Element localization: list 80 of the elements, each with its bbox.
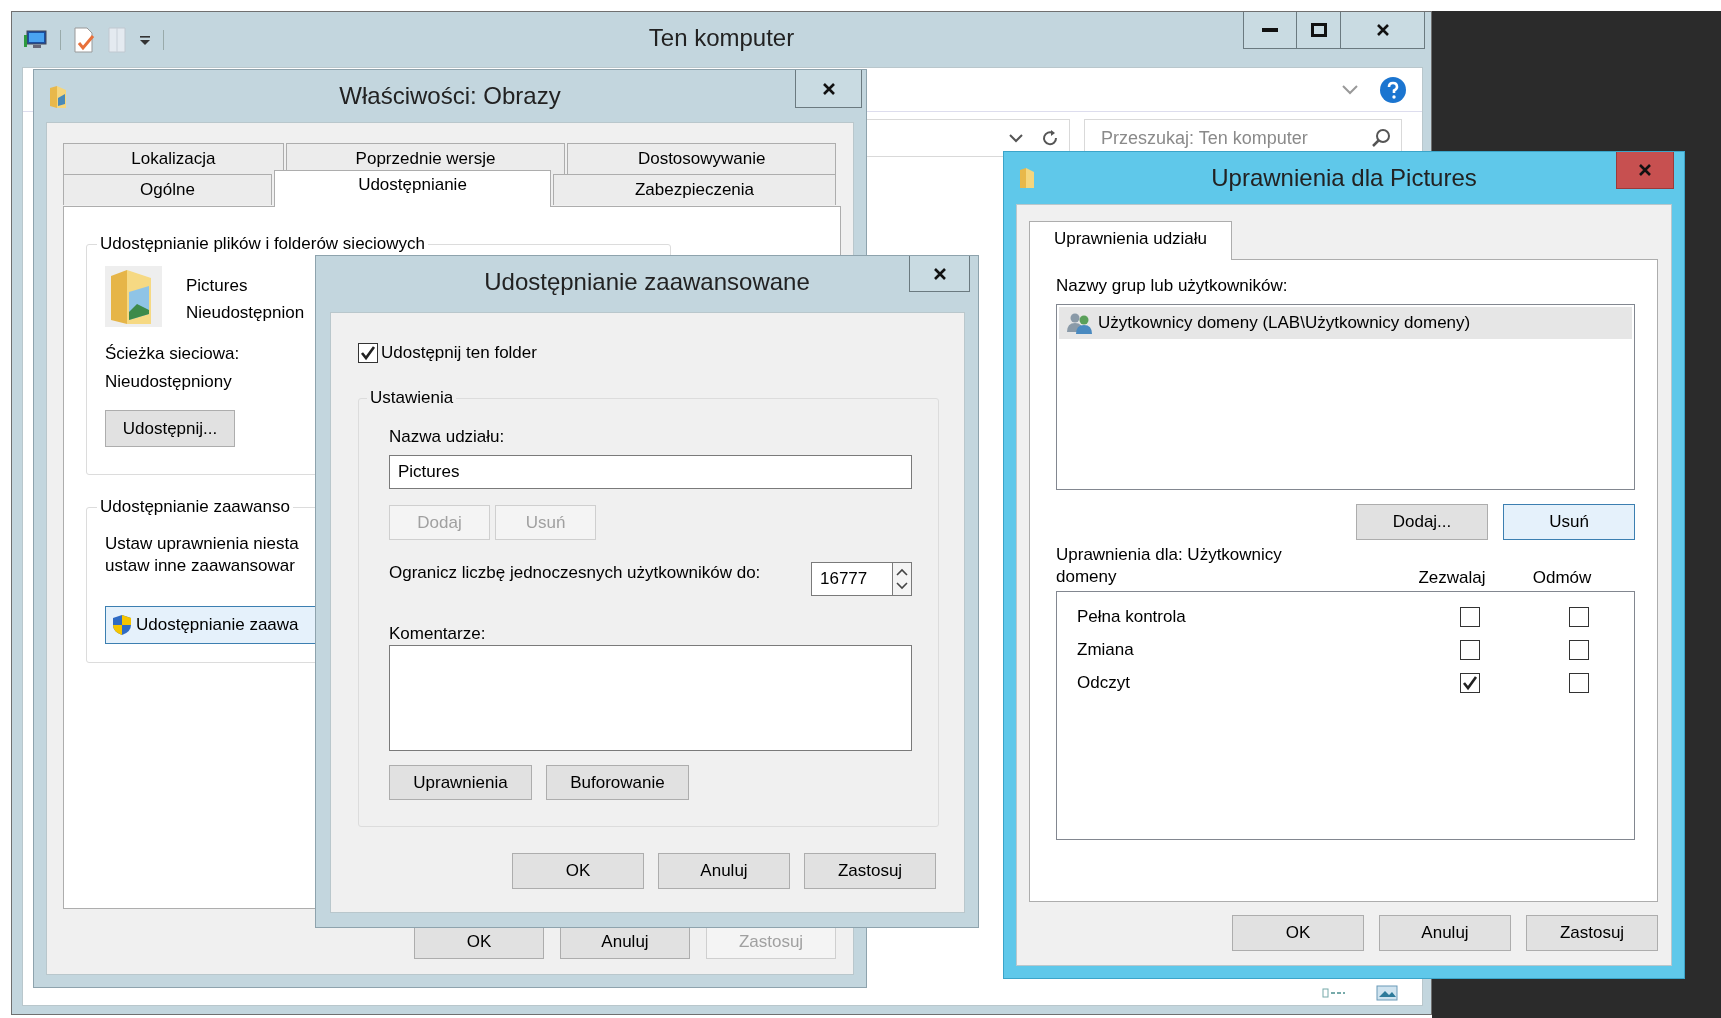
tab[interactable]: Ogólne bbox=[63, 174, 272, 205]
path-value: Nieudostępniony bbox=[105, 372, 232, 392]
window-title: Ten komputer bbox=[648, 23, 795, 53]
tab[interactable]: Dostosowywanie bbox=[567, 143, 836, 174]
computer-icon[interactable] bbox=[24, 28, 48, 51]
users-icon bbox=[1067, 312, 1093, 334]
column-header: Odmów bbox=[1531, 568, 1593, 588]
field-label: Ogranicz liczbę jednoczesnych użytkowników do: bbox=[389, 562, 762, 584]
dialog-button[interactable]: Usuń bbox=[1503, 504, 1635, 540]
dialog-button[interactable]: OK bbox=[512, 853, 644, 889]
description-line: ustaw inne zaawansowar bbox=[105, 556, 295, 576]
folder-icon bbox=[48, 84, 68, 110]
dropdown-caret-icon[interactable] bbox=[1009, 133, 1023, 143]
tab[interactable]: Uprawnienia udziału bbox=[1029, 221, 1232, 260]
path-label: Ścieżka sieciowa: bbox=[105, 344, 240, 364]
window-title: Udostępnianie zaawansowane bbox=[484, 267, 810, 296]
comments-field[interactable] bbox=[389, 645, 912, 751]
close-icon bbox=[932, 266, 947, 281]
dialog-button[interactable]: Zastosuj bbox=[804, 853, 936, 889]
picture-folder-icon bbox=[105, 266, 162, 327]
search-icon bbox=[1371, 128, 1391, 148]
column-header: Zezwalaj bbox=[1417, 568, 1487, 588]
advanced-sharing-button[interactable]: Udostępnianie zaawa bbox=[105, 606, 317, 644]
checkbox[interactable] bbox=[1569, 606, 1590, 627]
dialog-button[interactable]: Buforowanie bbox=[546, 765, 689, 800]
dropdown-arrow-icon[interactable] bbox=[139, 33, 151, 46]
user-name: Użytkownicy domeny (LAB\Użytkownicy domeny) bbox=[1098, 313, 1471, 333]
folder-icon bbox=[1018, 166, 1036, 190]
user-list-item[interactable]: Użytkownicy domeny (LAB\Użytkownicy domeny) bbox=[1059, 307, 1632, 339]
folder-status: Nieudostępnion bbox=[186, 303, 305, 323]
tab[interactable]: Zabezpieczenia bbox=[553, 174, 836, 205]
large-icons-view-icon[interactable] bbox=[1376, 985, 1398, 1001]
group-heading: Udostępnianie plików i folderów sieciowych bbox=[99, 234, 427, 254]
tab[interactable]: Udostępnianie bbox=[274, 170, 551, 207]
list-label: Nazwy grup lub użytkowników: bbox=[1056, 276, 1289, 296]
permission-name: Pełna kontrola bbox=[1077, 606, 1187, 627]
checkbox[interactable] bbox=[1569, 639, 1590, 660]
spin-arrows-icon[interactable] bbox=[892, 562, 912, 596]
maximize-button[interactable] bbox=[1297, 12, 1341, 49]
help-icon[interactable] bbox=[1380, 76, 1406, 103]
permissions-label: Uprawnienia dla: Użytkownicy domeny bbox=[1056, 544, 1283, 588]
description-line: Ustaw uprawnienia niesta bbox=[105, 534, 299, 554]
checkbox[interactable] bbox=[1459, 672, 1480, 693]
field-label: Nazwa udziału: bbox=[389, 427, 505, 446]
share-button[interactable]: Udostępnij... bbox=[105, 410, 235, 447]
close-icon bbox=[1375, 23, 1390, 37]
checkbox[interactable] bbox=[1569, 672, 1590, 693]
dialog-button[interactable]: Anuluj bbox=[658, 853, 790, 889]
field-label: Komentarze: bbox=[389, 624, 486, 644]
tab[interactable]: Lokalizacja bbox=[63, 143, 284, 174]
shield-icon bbox=[112, 614, 132, 636]
close-icon bbox=[821, 81, 836, 96]
share-name-field[interactable]: Pictures bbox=[389, 455, 912, 489]
group-heading: Udostępnianie zaawanso bbox=[99, 497, 291, 517]
window-title: Właściwości: Obrazy bbox=[339, 81, 561, 110]
minimize-button[interactable] bbox=[1243, 12, 1297, 49]
details-view-icon[interactable] bbox=[1322, 987, 1346, 999]
maximize-icon bbox=[1310, 23, 1327, 37]
group-heading: Ustawienia bbox=[369, 388, 455, 408]
folder-name: Pictures bbox=[186, 276, 248, 296]
chevron-down-icon[interactable] bbox=[1342, 84, 1358, 95]
permission-name: Odczyt bbox=[1077, 672, 1131, 693]
dialog-button[interactable]: OK bbox=[1232, 915, 1364, 951]
minimize-icon bbox=[1262, 28, 1278, 32]
close-button[interactable] bbox=[795, 70, 862, 108]
dialog-button[interactable]: Anuluj bbox=[1379, 915, 1511, 951]
checkbox[interactable] bbox=[1459, 606, 1480, 627]
checkbox-label: Udostępnij ten folder bbox=[381, 343, 537, 363]
permission-name: Zmiana bbox=[1077, 639, 1135, 660]
close-icon bbox=[1638, 163, 1652, 177]
checkbox[interactable] bbox=[358, 343, 378, 363]
dialog-button[interactable]: Zastosuj bbox=[1526, 915, 1658, 951]
close-button[interactable] bbox=[909, 256, 970, 292]
window-title: Uprawnienia dla Pictures bbox=[1211, 163, 1477, 192]
document-check-icon[interactable] bbox=[73, 26, 95, 53]
refresh-icon[interactable] bbox=[1041, 129, 1059, 147]
dialog-button[interactable]: Dodaj... bbox=[1356, 504, 1488, 540]
checkbox[interactable] bbox=[1459, 639, 1480, 660]
dialog-button[interactable]: Uprawnienia bbox=[389, 765, 532, 800]
number-field[interactable]: 16777 bbox=[811, 562, 892, 596]
